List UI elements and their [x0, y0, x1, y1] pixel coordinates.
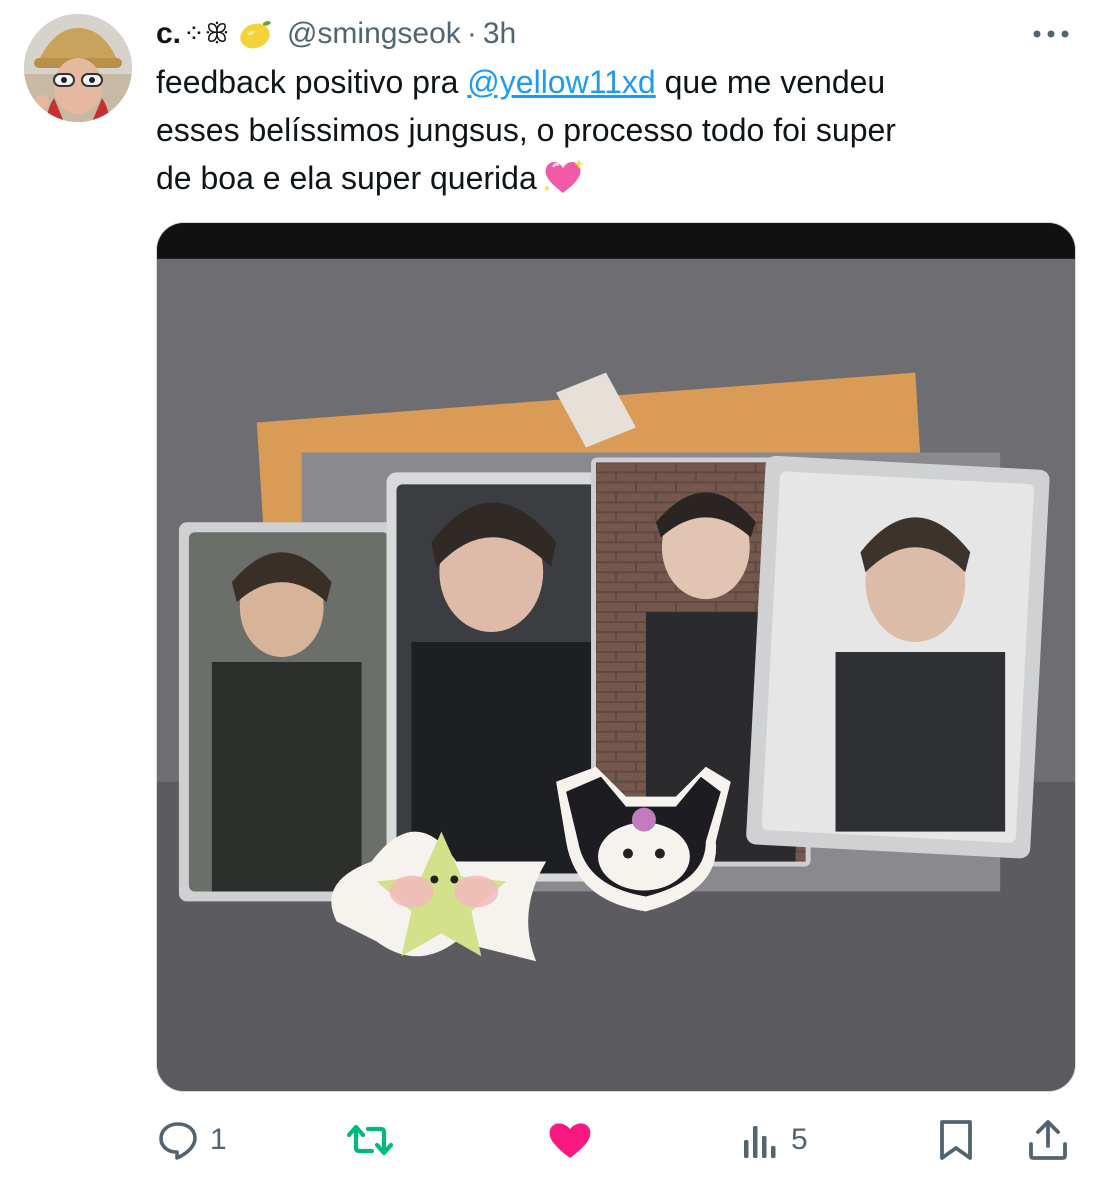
share-icon: [1029, 1120, 1067, 1160]
display-name-decoration: ⁘ꕥ: [183, 18, 229, 48]
views-count: 5: [791, 1123, 808, 1156]
author-handle[interactable]: @smingseok: [287, 17, 461, 51]
tweet-text: feedback positivo pra @yellow11xd que me…: [156, 58, 1076, 202]
bookmark-button[interactable]: [936, 1112, 976, 1168]
mention-link[interactable]: @yellow11xd: [467, 64, 655, 100]
separator-dot: ·: [466, 17, 477, 50]
reply-count: 1: [210, 1123, 227, 1156]
tweet-line-3: de boa e ela super querida: [156, 154, 1076, 202]
tweet-header: c. ⁘ꕥ @smingseok · 3h: [156, 12, 1079, 56]
avatar[interactable]: [24, 14, 132, 122]
tweet-text-segment: feedback positivo pra: [156, 64, 468, 100]
retweet-icon: [346, 1124, 394, 1156]
like-button[interactable]: [546, 1112, 604, 1168]
more-horizontal-icon[interactable]: [1029, 16, 1073, 52]
share-button[interactable]: [1026, 1112, 1070, 1168]
timestamp[interactable]: 3h: [483, 17, 516, 51]
tweet-action-bar: 1 5: [156, 1112, 1076, 1168]
lemon-emoji-icon: [237, 17, 273, 51]
reply-button[interactable]: 1: [156, 1112, 227, 1168]
sparkling-heart-emoji-icon: [541, 157, 585, 197]
tweet-text-segment: de boa e ela super querida: [156, 160, 537, 196]
photocards-photo: [157, 223, 1075, 1091]
bookmark-icon: [940, 1120, 972, 1160]
retweet-button[interactable]: [346, 1112, 404, 1168]
reply-icon: [159, 1122, 197, 1160]
views-icon: [744, 1126, 776, 1158]
tweet-text-segment: que me vendeu: [655, 64, 886, 100]
tweet-photo[interactable]: [156, 222, 1076, 1092]
heart-icon: [549, 1123, 591, 1158]
display-name[interactable]: c.: [156, 17, 181, 51]
views-button[interactable]: 5: [741, 1112, 808, 1168]
avatar-image: [24, 14, 132, 122]
tweet-line-1: feedback positivo pra @yellow11xd que me…: [156, 58, 1076, 106]
tweet-line-2: esses belíssimos jungsus, o processo tod…: [156, 112, 896, 148]
